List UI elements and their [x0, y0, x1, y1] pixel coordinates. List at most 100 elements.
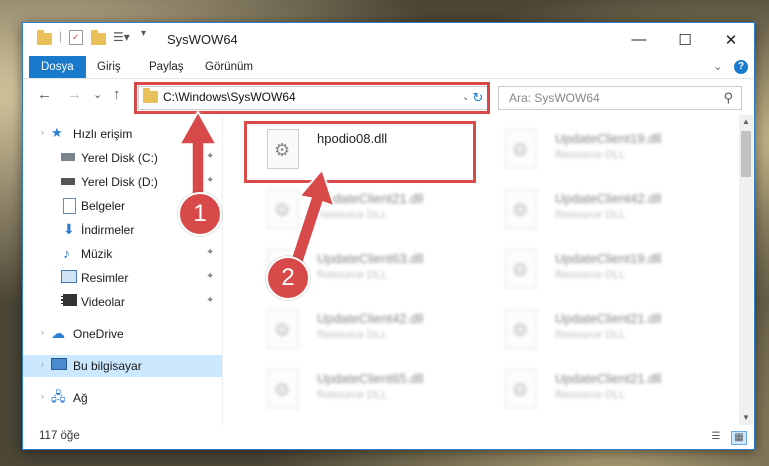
search-placeholder: Ara: SysWOW64 [509, 91, 600, 105]
dll-file-icon [267, 309, 299, 349]
dll-file-icon [505, 129, 537, 169]
dll-file-icon [267, 369, 299, 409]
sidebar-item-label: Hızlı erişim [73, 127, 133, 141]
file-name: UpdateClient63.dll [317, 251, 424, 266]
tab-giris[interactable]: Giriş [97, 56, 121, 78]
file-item[interactable]: UpdateClient42.dll Resource DLL [245, 301, 475, 355]
new-folder-icon[interactable] [91, 30, 106, 47]
pin-icon[interactable]: ✦ [206, 295, 214, 306]
expand-icon[interactable]: › [41, 359, 44, 369]
scroll-thumb[interactable] [741, 131, 751, 177]
sidebar-item-label: Ağ [73, 391, 88, 405]
computer-icon [51, 358, 67, 370]
pin-icon[interactable]: ✦ [206, 151, 214, 162]
quick-access-dropdown-icon[interactable]: ▾ [141, 28, 146, 44]
music-icon: ♪ [63, 245, 70, 261]
file-description: Resource DLL [317, 329, 388, 341]
sidebar-item-music[interactable]: ♪ Müzik ✦ [23, 243, 222, 265]
dll-file-icon [505, 369, 537, 409]
file-description: Resource DLL [317, 389, 388, 401]
sidebar-item-label: Yerel Disk (D:) [81, 175, 158, 189]
pin-icon[interactable]: ✦ [206, 175, 214, 186]
toolbar-separator: | [59, 29, 63, 43]
file-description: Resource DLL [555, 389, 626, 401]
file-description: Resource DLL [555, 269, 626, 281]
help-icon[interactable]: ? [734, 60, 748, 74]
file-item[interactable]: UpdateClient21.dll Resource DLL [483, 361, 713, 415]
expand-icon[interactable]: › [41, 327, 44, 337]
large-icons-view-icon[interactable]: ▦ [731, 431, 747, 445]
status-bar: 117 öğe ☰ ▦ [23, 425, 754, 449]
sidebar-item-this-pc[interactable]: › Bu bilgisayar [23, 355, 222, 377]
sidebar-item-label: Resimler [81, 271, 129, 285]
expand-icon[interactable]: › [41, 391, 44, 401]
dll-file-icon [267, 189, 299, 229]
pin-icon[interactable]: ✦ [206, 247, 214, 258]
file-name: UpdateClient21.dll [555, 371, 662, 386]
sidebar-item-network[interactable]: › 🖧 Ağ [23, 387, 222, 409]
file-item[interactable]: UpdateClient19.dll Resource DLL [483, 121, 713, 175]
file-description: Resource DLL [555, 329, 626, 341]
expand-ribbon-icon[interactable]: ⌄ [713, 56, 723, 78]
quick-access-folder-icon[interactable] [37, 30, 52, 47]
video-icon [61, 294, 77, 306]
drive-icon [61, 153, 75, 161]
sidebar-item-videos[interactable]: Videolar ✦ [23, 291, 222, 313]
file-name: UpdateClient19.dll [555, 131, 662, 146]
search-input[interactable]: Ara: SysWOW64 ⚲ [498, 86, 742, 110]
minimize-icon: — [631, 31, 647, 48]
drive-icon [61, 178, 75, 185]
navigation-pane: › ★ Hızlı erişim Yerel Disk (C:) ✦ Yerel… [23, 115, 223, 425]
ribbon-tabs: Dosya Giriş Paylaş Görünüm ⌄ ? [23, 56, 754, 79]
tab-gorunum[interactable]: Görünüm [205, 56, 253, 78]
tab-paylas[interactable]: Paylaş [149, 56, 184, 78]
documents-icon [63, 198, 76, 214]
scroll-up-icon[interactable]: ▲ [739, 115, 753, 129]
sidebar-item-drive-c[interactable]: Yerel Disk (C:) ✦ [23, 147, 222, 169]
sidebar-item-label: Videolar [81, 295, 125, 309]
file-item[interactable]: UpdateClient65.dll Resource DLL [245, 361, 475, 415]
file-item[interactable]: UpdateClient21.dll Resource DLL [483, 301, 713, 355]
search-icon: ⚲ [723, 90, 733, 105]
sidebar-item-label: Yerel Disk (C:) [81, 151, 158, 165]
pin-icon[interactable]: ✦ [206, 271, 214, 282]
pictures-icon [61, 270, 77, 283]
step-1-badge: 1 [178, 192, 222, 236]
file-name: UpdateClient21.dll [317, 191, 424, 206]
file-item[interactable]: UpdateClient21.dll Resource DLL [245, 181, 475, 235]
file-name: UpdateClient19.dll [555, 251, 662, 266]
window-title: SysWOW64 [167, 32, 238, 47]
close-button[interactable]: ✕ [708, 23, 754, 56]
sidebar-item-quick-access[interactable]: › ★ Hızlı erişim [23, 123, 222, 145]
minimize-button[interactable]: — [616, 23, 662, 56]
tab-dosya[interactable]: Dosya [29, 56, 86, 78]
network-icon: 🖧 [51, 389, 66, 404]
scroll-down-icon[interactable]: ▼ [739, 411, 753, 425]
back-button[interactable]: ← [37, 87, 52, 103]
address-highlight-box [134, 82, 490, 114]
dll-file-icon [505, 249, 537, 289]
forward-button[interactable]: → [67, 87, 82, 103]
file-item[interactable]: UpdateClient19.dll Resource DLL [483, 241, 713, 295]
vertical-scrollbar[interactable]: ▲ ▼ [739, 115, 753, 425]
file-description: Resource DLL [317, 269, 388, 281]
star-icon: ★ [51, 125, 63, 140]
up-button[interactable]: ↑ [113, 87, 121, 103]
properties-icon[interactable]: ✓ [69, 30, 83, 45]
file-description: Resource DLL [555, 149, 626, 161]
sidebar-item-pictures[interactable]: Resimler ✦ [23, 267, 222, 289]
sidebar-item-onedrive[interactable]: › ☁ OneDrive [23, 323, 222, 345]
dll-file-icon [505, 309, 537, 349]
dll-file-icon [505, 189, 537, 229]
maximize-icon: ☐ [678, 31, 692, 49]
file-name: UpdateClient42.dll [317, 311, 424, 326]
title-bar: | ✓ ☰▾ ▾ SysWOW64 — ☐ ✕ [23, 23, 754, 56]
details-view-icon[interactable]: ☰ [709, 431, 723, 443]
expand-icon[interactable]: › [41, 127, 44, 137]
maximize-button[interactable]: ☐ [662, 23, 708, 56]
file-highlight-box [244, 121, 476, 183]
customize-toolbar-icon[interactable]: ☰▾ [113, 30, 130, 46]
sidebar-item-drive-d[interactable]: Yerel Disk (D:) ✦ [23, 171, 222, 193]
recent-locations-button[interactable]: ⌄ [93, 87, 102, 103]
file-item[interactable]: UpdateClient42.dll Resource DLL [483, 181, 713, 235]
